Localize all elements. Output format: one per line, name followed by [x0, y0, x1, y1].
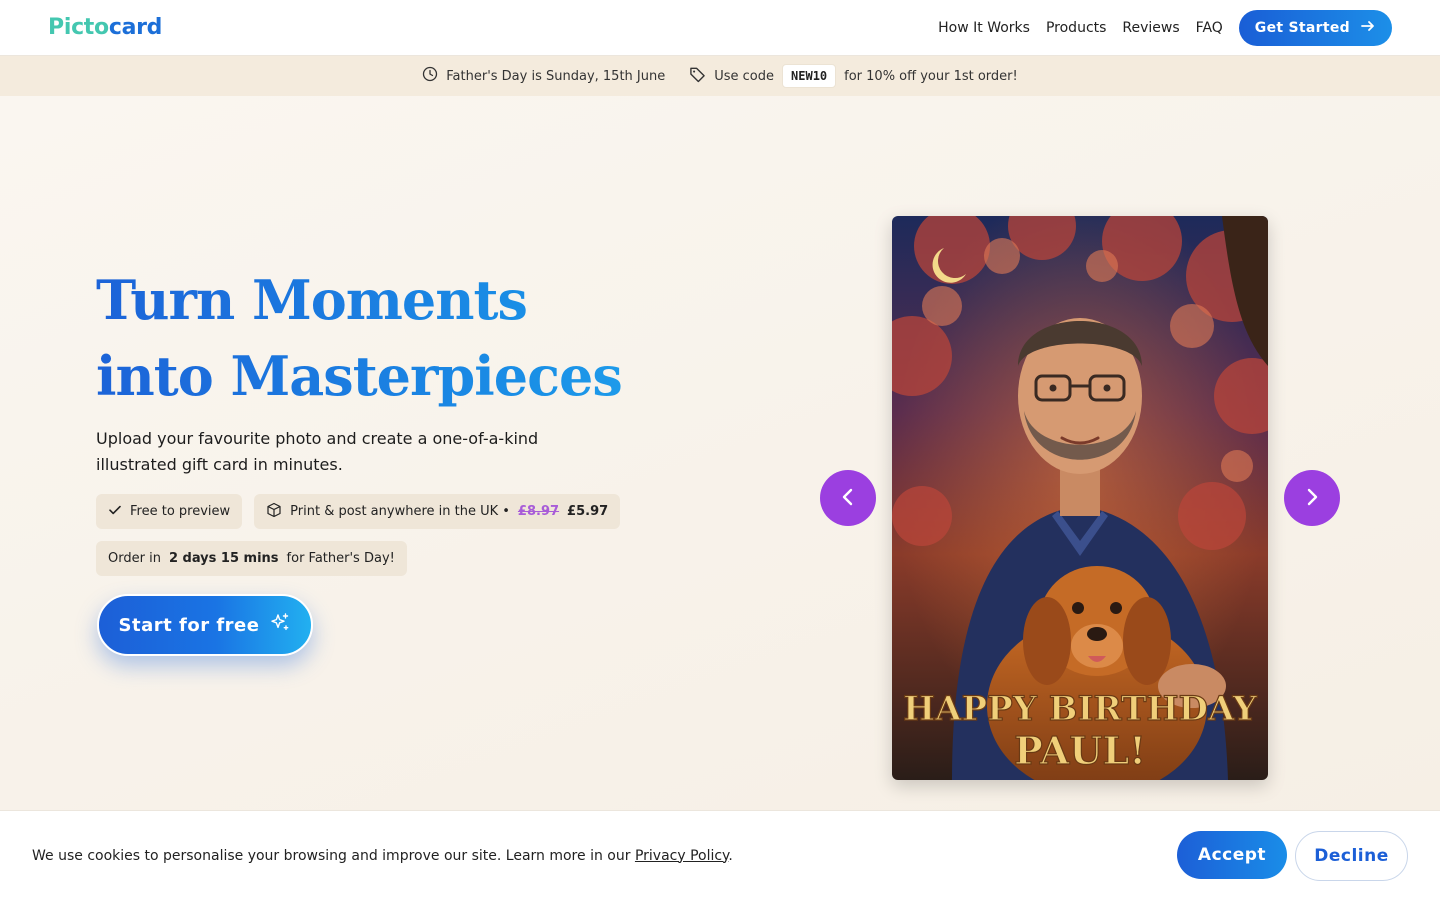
- print-post-pill: Print & post anywhere in the UK • £8.97 …: [254, 494, 621, 529]
- get-started-button[interactable]: Get Started: [1238, 9, 1392, 46]
- cookie-period: .: [728, 847, 733, 864]
- code-prefix: Use code: [714, 68, 775, 84]
- chevron-left-icon: [837, 486, 859, 511]
- new-price: £5.97: [567, 504, 609, 519]
- code-suffix: for 10% off your 1st order!: [844, 68, 1018, 84]
- countdown-time: 2 days 15 mins: [168, 551, 279, 566]
- illustrated-card-artwork: HAPPY BIRTHDAY PAUL!: [892, 216, 1268, 780]
- nav-reviews[interactable]: Reviews: [1122, 20, 1179, 36]
- arrow-right-icon: [1360, 18, 1376, 38]
- countdown-suffix: for Father's Day!: [286, 551, 395, 566]
- cookie-banner: We use cookies to personalise your brows…: [0, 810, 1440, 900]
- pictocard-logo[interactable]: Pictocard: [48, 15, 162, 40]
- main-nav: How It Works Products Reviews FAQ Get St…: [938, 9, 1392, 46]
- print-post-label: Print & post anywhere in the UK •: [290, 504, 510, 519]
- sparkles-icon: [269, 612, 291, 639]
- nav-faq[interactable]: FAQ: [1196, 20, 1223, 36]
- fathers-day-notice: Father's Day is Sunday, 15th June: [422, 66, 665, 86]
- hero-section: Turn Moments into Masterpieces Upload yo…: [0, 96, 1440, 810]
- clock-icon: [422, 66, 438, 86]
- chevron-right-icon: [1301, 486, 1323, 511]
- card-greeting-line-2: PAUL!: [1014, 728, 1146, 773]
- headline-line-2: into Masterpieces: [96, 344, 622, 408]
- free-preview-pill: Free to preview: [96, 494, 243, 529]
- old-price: £8.97: [517, 504, 560, 519]
- hero-subhead: Upload your favourite photo and create a…: [96, 429, 539, 474]
- carousel-prev-button[interactable]: [820, 470, 876, 526]
- headline-line-1: Turn Moments: [96, 268, 527, 332]
- countdown-prefix: Order in: [108, 551, 161, 566]
- fathers-day-date-text: Father's Day is Sunday, 15th June: [446, 68, 666, 84]
- logo-part-1: Picto: [48, 15, 109, 40]
- promo-code-badge[interactable]: NEW10: [782, 64, 837, 88]
- start-for-free-button[interactable]: Start for free: [97, 594, 313, 656]
- nav-products[interactable]: Products: [1046, 20, 1106, 36]
- site-header: Pictocard How It Works Products Reviews …: [0, 0, 1440, 56]
- accept-cookies-button[interactable]: Accept: [1177, 830, 1287, 879]
- check-icon: [108, 503, 122, 521]
- carousel-card-image: HAPPY BIRTHDAY PAUL!: [892, 216, 1268, 780]
- nav-how-it-works[interactable]: How It Works: [938, 20, 1030, 36]
- feature-pills: Free to preview Print & post anywhere in…: [96, 494, 621, 529]
- carousel-next-button[interactable]: [1284, 470, 1340, 526]
- cookie-actions: Accept Decline: [1177, 830, 1408, 881]
- start-for-free-label: Start for free: [118, 614, 260, 636]
- hero-headline: Turn Moments into Masterpieces: [96, 262, 716, 414]
- logo-part-2: card: [108, 15, 163, 40]
- cookie-text: We use cookies to personalise your brows…: [32, 847, 631, 864]
- discount-notice: Use code NEW10 for 10% off your 1st orde…: [689, 64, 1018, 88]
- cookie-message: We use cookies to personalise your brows…: [32, 848, 733, 864]
- decline-cookies-button[interactable]: Decline: [1295, 830, 1408, 881]
- free-preview-label: Free to preview: [130, 504, 231, 519]
- tag-icon: [689, 66, 706, 87]
- card-greeting-line-1: HAPPY BIRTHDAY: [903, 689, 1258, 729]
- box-icon: [266, 502, 282, 522]
- get-started-label: Get Started: [1254, 19, 1350, 36]
- countdown-pill: Order in 2 days 15 mins for Father's Day…: [96, 541, 407, 576]
- promo-bar: Father's Day is Sunday, 15th June Use co…: [0, 56, 1440, 96]
- privacy-policy-link[interactable]: Privacy Policy: [635, 848, 728, 864]
